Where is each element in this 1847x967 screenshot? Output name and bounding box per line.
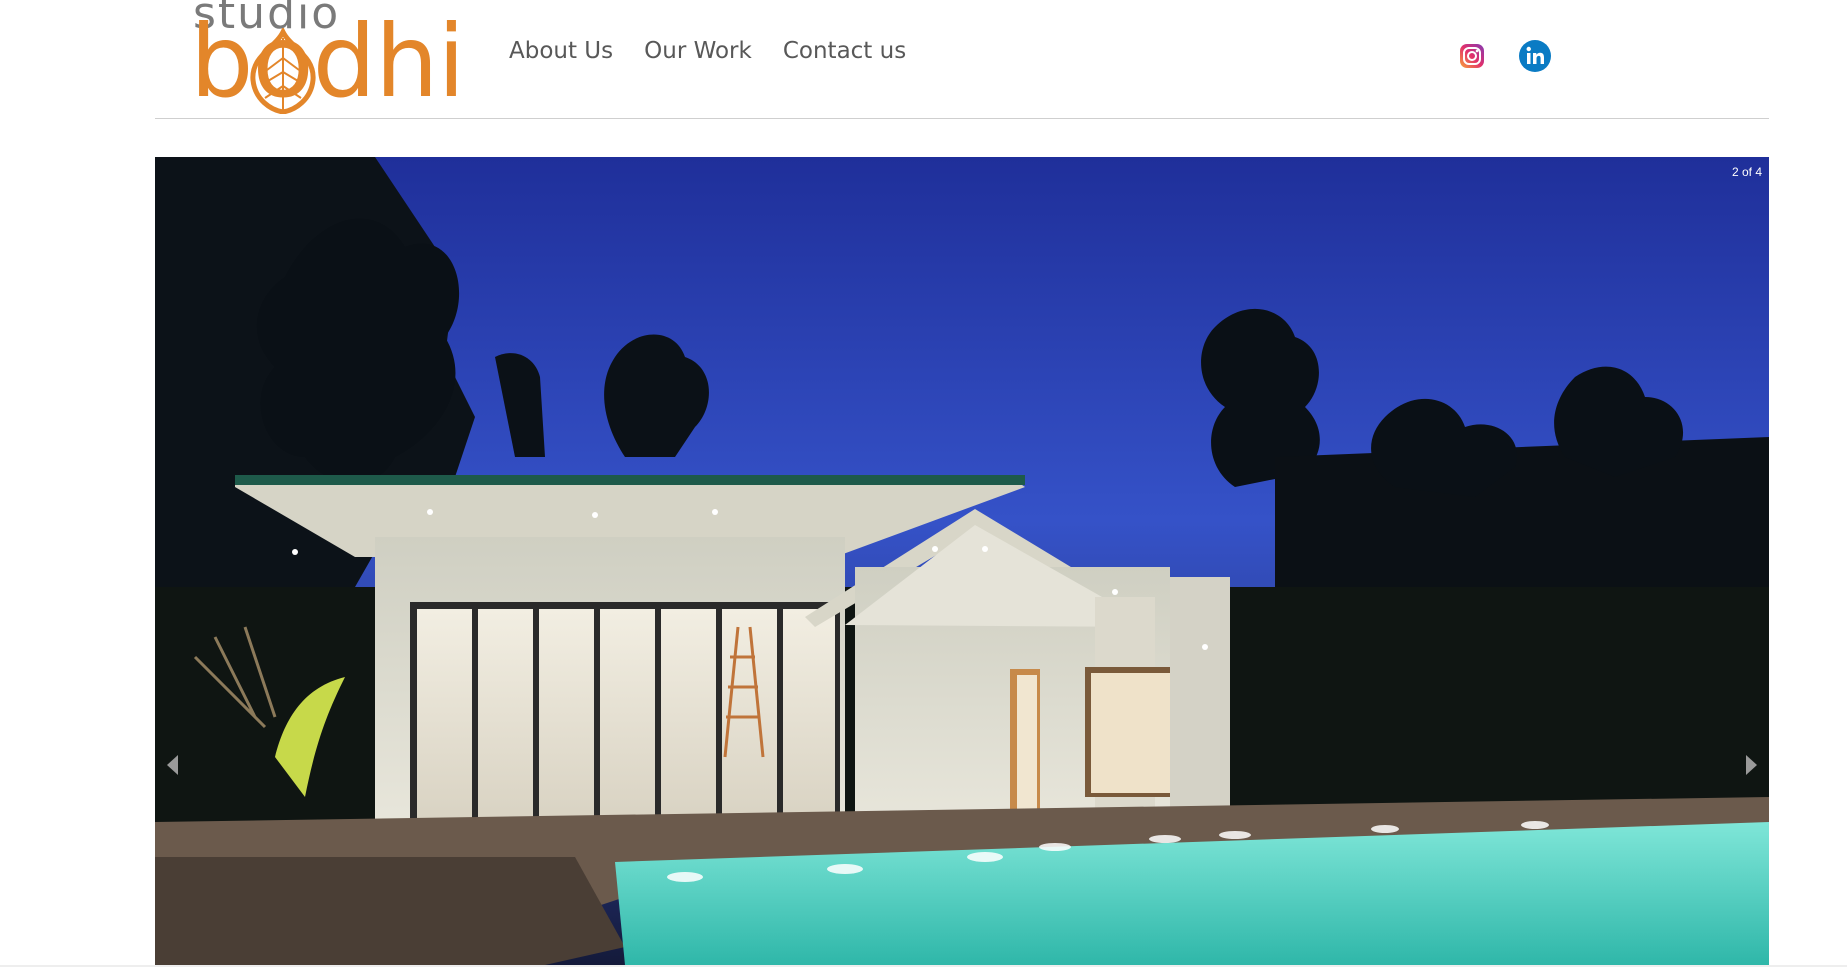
logo-bodhi-text: bodhi — [190, 3, 465, 120]
main-nav: About Us Our Work Contact us — [509, 38, 937, 64]
project-slideshow[interactable]: 2 of 4 — [155, 157, 1769, 965]
site-header: studio bodhi About Us Our Work Contact u… — [0, 0, 1847, 118]
slide-image-night-pool-house — [155, 157, 1769, 965]
previous-slide-arrow-icon[interactable] — [167, 755, 178, 775]
nav-contact-us[interactable]: Contact us — [783, 38, 906, 64]
header-divider — [155, 118, 1769, 119]
nav-about-us[interactable]: About Us — [509, 38, 613, 64]
studio-bodhi-logo[interactable]: studio bodhi — [190, 0, 475, 115]
next-slide-arrow-icon[interactable] — [1746, 755, 1757, 775]
slide-counter: 2 of 4 — [1731, 165, 1762, 179]
linkedin-icon[interactable] — [1518, 39, 1552, 73]
instagram-icon[interactable] — [1455, 39, 1489, 73]
nav-our-work[interactable]: Our Work — [644, 38, 752, 64]
